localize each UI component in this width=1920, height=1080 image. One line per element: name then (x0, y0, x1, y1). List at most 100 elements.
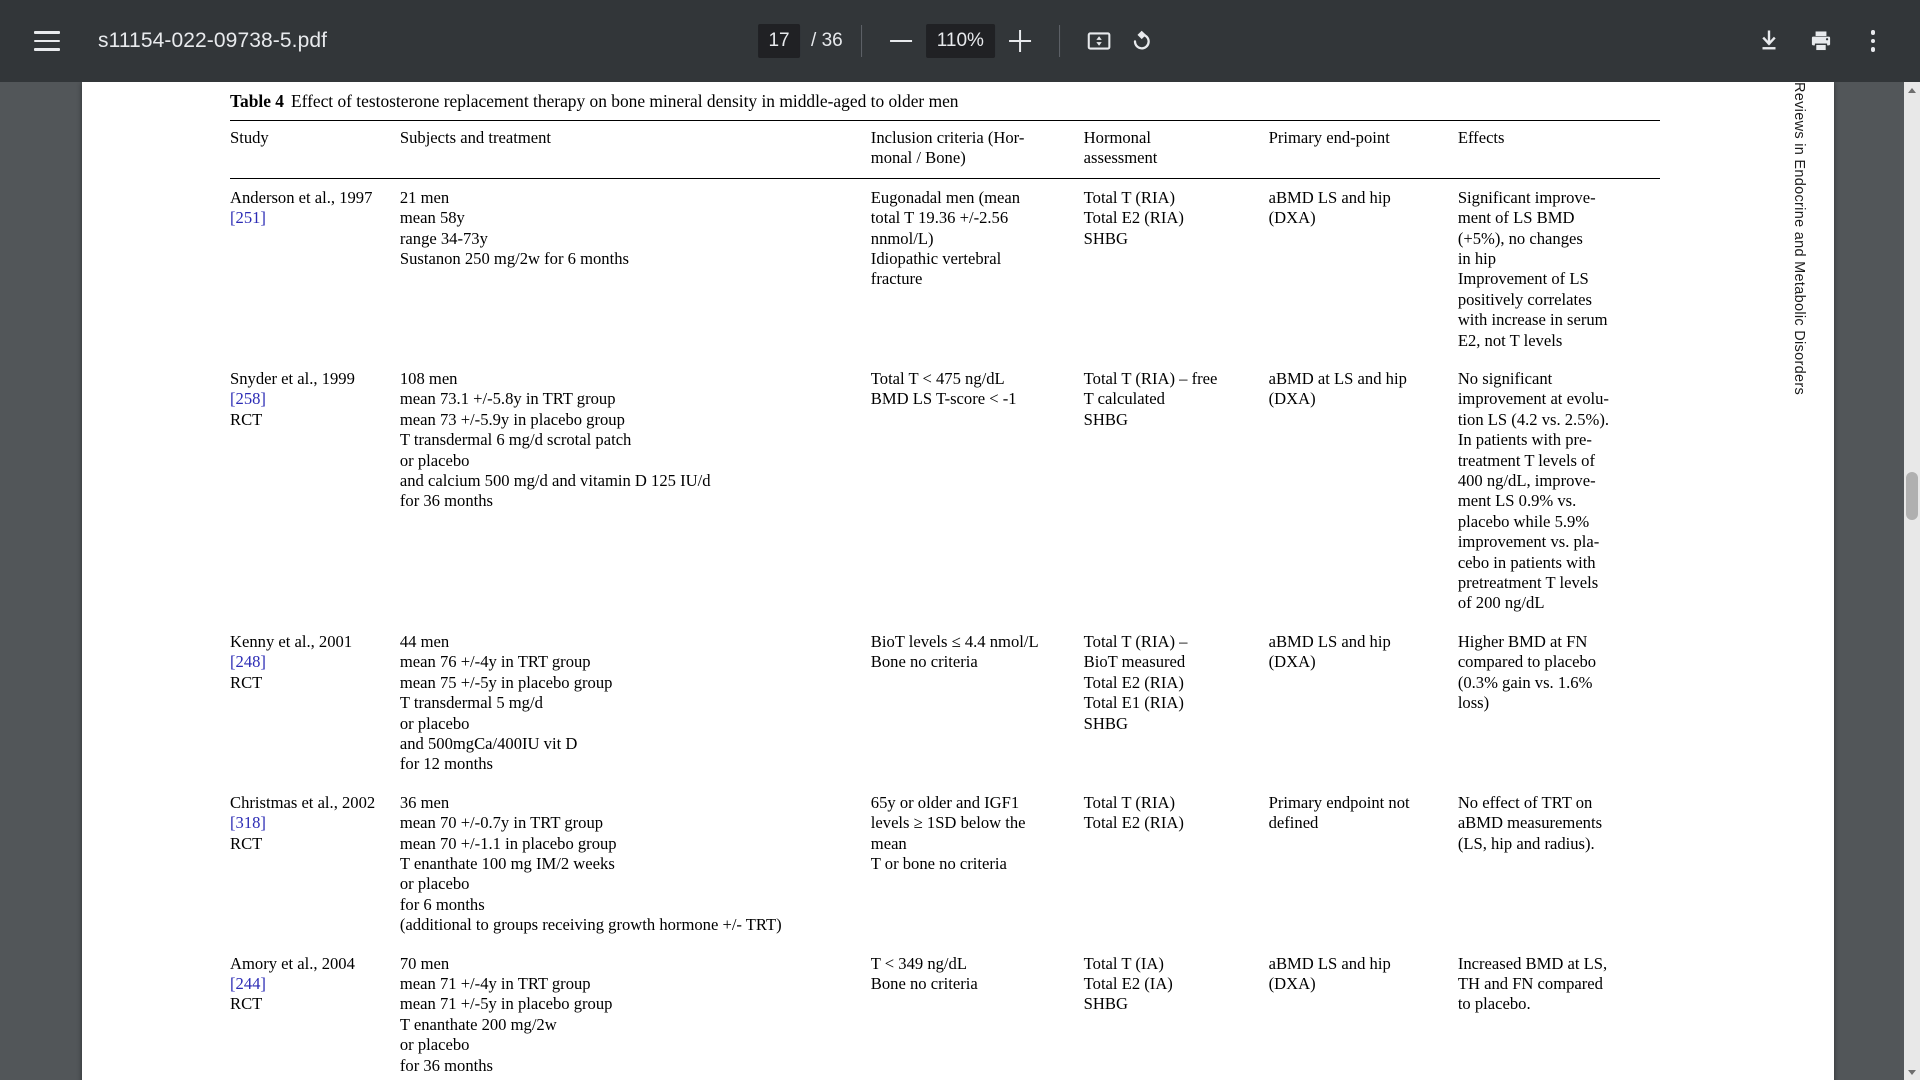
running-head-text: Reviews in Endocrine and Metabolic Disor… (1791, 82, 1807, 396)
cell-inclusion: Eugonadal men (mean total T 19.36 +/-2.5… (870, 187, 1021, 289)
pdf-toolbar: s11154-022-09738-5.pdf / 36 110% (0, 0, 1920, 82)
cell-subjects: 44 men mean 76 +/-4y in TRT group mean 7… (399, 631, 613, 774)
hamburger-menu-icon[interactable] (28, 22, 66, 60)
study-design: RCT (230, 833, 263, 853)
table-caption-text: Effect of testosterone replacement thera… (290, 91, 959, 111)
cell-primary: aBMD LS and hip (DXA) (1268, 631, 1391, 672)
zoom-in-button[interactable] (999, 20, 1041, 62)
scroll-down-button[interactable] (1904, 1064, 1920, 1080)
table-header-row: Study Subjects and treatment Inclusion c… (230, 119, 1660, 179)
journal-running-head: Reviews in Endocrine and Metabolic Disor… (1786, 82, 1812, 502)
document-title: s11154-022-09738-5.pdf (98, 29, 328, 52)
cell-inclusion: BioT levels ≤ 4.4 nmol/L Bone no criteri… (870, 631, 1039, 672)
study-design: RCT (230, 409, 263, 429)
toolbar-divider (1058, 25, 1060, 57)
page-total-label: / 36 (811, 30, 843, 51)
table-row: Kenny et al., 2001 [248] RCT 44 men mean 76… (230, 623, 1660, 784)
cell-study: Amory et al., 2004 [244] RCT (230, 944, 400, 1080)
chevron-down-icon (1908, 1069, 1916, 1075)
cell-study: Kenny et al., 2001 [248] RCT (230, 623, 400, 784)
study-author: Snyder et al., 1999 (230, 369, 355, 388)
cell-hormonal: Total T (RIA) Total E2 (RIA) (1083, 792, 1184, 833)
citation-link[interactable]: [251] (230, 208, 390, 228)
scroll-up-button[interactable] (1904, 82, 1920, 98)
cell-subjects: 21 men mean 58y range 34-73y Sustanon 25… (399, 187, 629, 268)
column-header-hormonal: Hormonal assessment (1083, 119, 1269, 179)
kebab-dot (1870, 38, 1876, 44)
download-button[interactable] (1748, 20, 1790, 62)
toolbar-center-group: / 36 110% (758, 20, 1162, 62)
cell-effects: No significant improvement at evolu- tio… (1457, 369, 1609, 613)
kebab-dot (1870, 47, 1876, 52)
data-table: Study Subjects and treatment Inclusion c… (230, 119, 1660, 1080)
table-head: Study Subjects and treatment Inclusion c… (230, 119, 1660, 179)
cell-effects: Significant improve- ment of LS BMD (+5%… (1457, 187, 1608, 350)
cell-subjects: 36 men mean 70 +/-0.7y in TRT group mean… (399, 792, 782, 935)
cell-primary: Primary endpoint not defined (1268, 792, 1410, 833)
study-author: Amory et al., 2004 (230, 953, 355, 973)
table-row: Snyder et al., 1999 [258] RCT 108 men mean … (230, 360, 1660, 623)
citation-link[interactable]: [248] (230, 652, 390, 672)
cell-inclusion: Total T < 475 ng/dL BMD LS T-score < -1 (870, 369, 1017, 409)
citation-link[interactable]: [244] (230, 974, 390, 994)
more-options-button[interactable] (1852, 20, 1894, 62)
citation-link[interactable]: [318] (230, 813, 390, 833)
column-header-study: Study (230, 119, 400, 179)
cell-subjects: 108 men mean 73.1 +/-5.8y in TRT group m… (399, 369, 711, 511)
cell-primary: aBMD at LS and hip (DXA) (1268, 369, 1407, 409)
toolbar-divider (860, 25, 862, 57)
cell-effects: Higher BMD at FN compared to placebo (0.… (1457, 631, 1597, 713)
chevron-up-icon (1908, 87, 1916, 93)
cell-study: Anderson et al., 1997 [251] (230, 178, 400, 360)
table-container: Table 4 Effect of testosterone replacemen… (230, 90, 1660, 1080)
print-icon (1811, 31, 1831, 52)
table-label: Table 4 (230, 91, 284, 111)
study-author: Christmas et al., 2002 (230, 792, 376, 812)
cell-primary: aBMD LS and hip (DXA) (1268, 187, 1391, 228)
kebab-dot (1870, 30, 1876, 35)
toolbar-left-group: s11154-022-09738-5.pdf (0, 22, 327, 60)
cell-effects: No effect of TRT on aBMD measurements (L… (1457, 792, 1603, 853)
study-design: RCT (230, 672, 263, 692)
cell-inclusion: 65y or older and IGF1 levels ≥ 1SD below… (870, 792, 1026, 873)
cell-study: Christmas et al., 2002 [318] RCT (230, 784, 400, 945)
column-header-effects: Effects (1457, 119, 1660, 179)
fit-to-page-button[interactable] (1078, 20, 1120, 62)
download-icon (1762, 30, 1776, 50)
cell-inclusion: T < 349 ng/dL Bone no criteria (870, 944, 1084, 1080)
study-author: Kenny et al., 2001 (230, 631, 353, 651)
rotate-counterclockwise-icon (1133, 30, 1150, 50)
vertical-scrollbar[interactable] (1904, 82, 1920, 1080)
print-button[interactable] (1800, 20, 1842, 62)
rotate-button[interactable] (1120, 20, 1162, 62)
table-row: Christmas et al., 2002 [318] RCT 36 men mea… (230, 784, 1660, 945)
zoom-level-display[interactable]: 110% (925, 24, 995, 58)
pdf-viewer-area[interactable]: Reviews in Endocrine and Metabolic Disor… (0, 82, 1920, 1080)
zoom-out-button[interactable] (880, 20, 922, 62)
table-row: Amory et al., 2004 [244] RCT 70 men mean 71… (230, 944, 1660, 1080)
table-caption: Table 4 Effect of testosterone replacemen… (230, 90, 1660, 120)
minus-icon (889, 39, 912, 43)
table-row: Anderson et al., 1997 [251] 21 men mean 58… (230, 178, 1660, 360)
toolbar-right-group (1748, 20, 1894, 62)
cell-hormonal: Total T (RIA) Total E2 (RIA) SHBG (1083, 187, 1184, 248)
hamburger-bar (34, 31, 60, 34)
plus-icon (1008, 30, 1031, 52)
pdf-page: Reviews in Endocrine and Metabolic Disor… (82, 82, 1834, 1080)
hamburger-bar (34, 48, 60, 51)
cell-hormonal: Total T (IA) Total E2 (IA) SHBG (1083, 944, 1269, 1080)
fit-to-page-icon (1087, 32, 1111, 50)
cell-hormonal: Total T (RIA) – free T calculated SHBG (1083, 369, 1218, 429)
study-author: Anderson et al., 1997 (230, 187, 373, 207)
table-body: Anderson et al., 1997 [251] 21 men mean 58… (230, 178, 1660, 1080)
scrollbar-thumb[interactable] (1906, 472, 1918, 520)
cell-hormonal: Total T (RIA) – BioT measured Total E2 (… (1083, 631, 1188, 733)
page-number-input[interactable] (758, 24, 801, 58)
column-header-primary: Primary end-point (1268, 119, 1458, 179)
study-design: RCT (230, 994, 263, 1014)
cell-subjects: 70 men mean 71 +/-4y in TRT group mean 7… (399, 944, 871, 1080)
citation-link[interactable]: [258] (230, 389, 390, 409)
cell-primary: aBMD LS and hip (DXA) (1268, 944, 1458, 1080)
cell-study: Snyder et al., 1999 [258] RCT (230, 360, 400, 623)
cell-effects: Increased BMD at LS, TH and FN compared … (1457, 944, 1660, 1080)
